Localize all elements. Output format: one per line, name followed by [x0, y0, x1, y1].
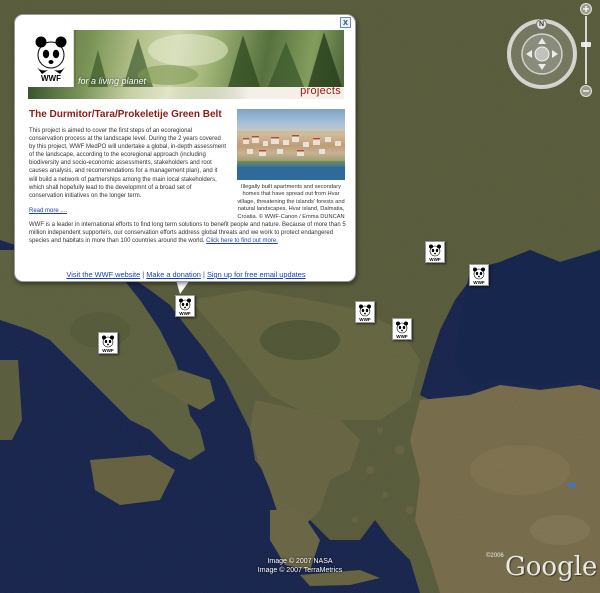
marker-label: WWF — [396, 334, 408, 339]
project-description: This project is aimed to cover the first… — [29, 128, 227, 199]
marker-label: WWF — [179, 311, 191, 316]
marker-label: WWF — [473, 280, 485, 285]
wwf-statement: WWF is a leader in international efforts… — [29, 221, 347, 245]
project-photo — [237, 109, 345, 180]
marker-label: WWF — [359, 317, 371, 322]
projects-strip — [28, 87, 344, 99]
visit-wwf-website-link[interactable]: Visit the WWF website — [66, 270, 140, 279]
projects-label: projects — [300, 85, 341, 97]
wwf-project-marker[interactable]: WWF — [425, 241, 445, 263]
google-logo: Google — [505, 552, 598, 582]
link-separator: | — [202, 270, 205, 279]
banner-tagline: for a living planet — [78, 76, 147, 86]
wwf-project-marker[interactable]: WWF — [469, 264, 489, 286]
balloon-pointer — [176, 280, 190, 294]
project-title: The Durmitor/Tara/Prokeletije Green Belt — [29, 109, 222, 120]
wwf-statement-text: WWF is a leader in international efforts… — [29, 222, 346, 245]
balloon-footer-links: Visit the WWF website | Make a donation … — [15, 270, 357, 279]
zoom-slider-icon — [580, 3, 592, 97]
read-more-link[interactable]: Read more .... — [29, 208, 67, 214]
panda-icon — [179, 298, 191, 311]
find-out-more-link[interactable]: Click here to find out more. — [206, 238, 278, 244]
panda-logo-icon — [35, 36, 67, 74]
north-up-button[interactable]: N — [536, 19, 547, 30]
zoom-thumb — [581, 42, 591, 47]
panda-icon — [473, 267, 485, 280]
email-signup-link[interactable]: Sign up for free email updates — [207, 270, 306, 279]
zoom-slider[interactable] — [579, 2, 593, 98]
panda-icon — [102, 335, 114, 348]
photo-caption: Illegally built apartments and secondary… — [237, 184, 345, 220]
panda-icon — [429, 244, 441, 257]
link-separator: | — [142, 270, 145, 279]
wwf-logo-text: WWF — [41, 74, 61, 83]
wwf-logo[interactable]: WWF — [28, 30, 74, 87]
wwf-banner: WWF for a living planet projects — [28, 30, 344, 99]
wwf-project-marker[interactable]: WWF — [392, 318, 412, 340]
wwf-project-marker[interactable]: WWF — [98, 332, 118, 354]
copyright-year: ©2006 — [486, 553, 504, 559]
marker-label: WWF — [102, 348, 114, 353]
wwf-project-marker[interactable]: WWF — [175, 295, 195, 317]
hvar-village-photo — [237, 131, 345, 180]
make-donation-link[interactable]: Make a donation — [146, 270, 201, 279]
marker-label: WWF — [429, 257, 441, 262]
panda-icon — [359, 304, 371, 317]
panda-icon — [396, 321, 408, 334]
wwf-project-marker[interactable]: WWF — [355, 301, 375, 323]
close-icon[interactable]: x — [340, 17, 351, 28]
info-balloon: x WWF for a living planet projects The D… — [14, 14, 356, 282]
